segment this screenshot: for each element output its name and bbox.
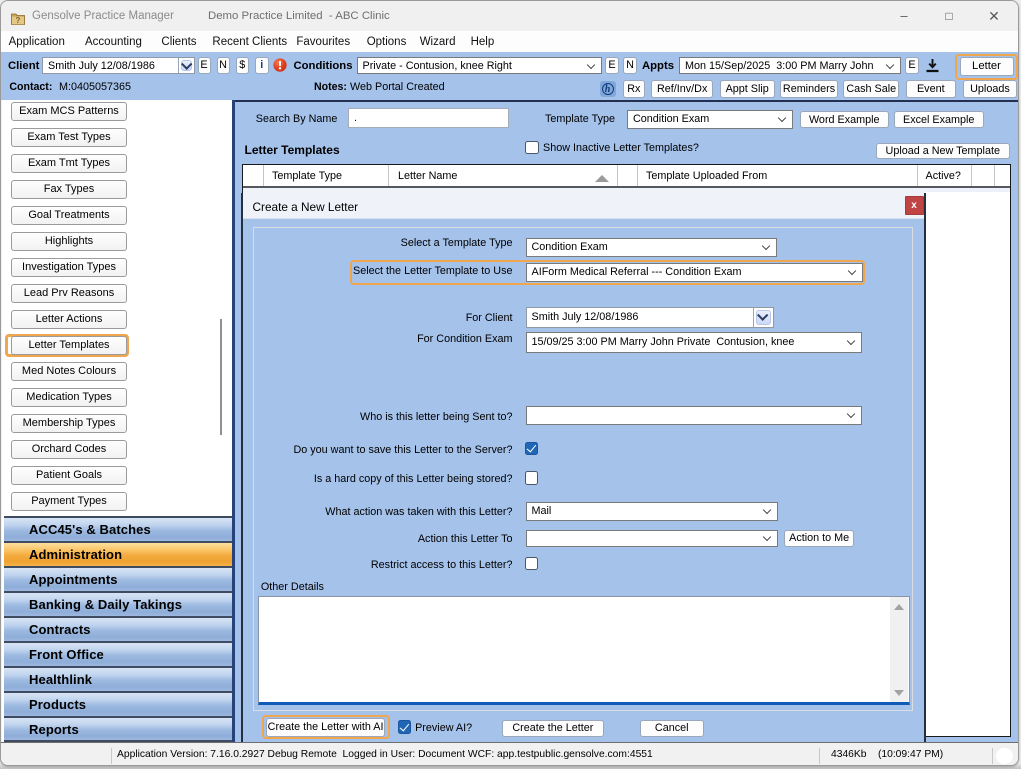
svg-text:?: ? (16, 16, 21, 25)
